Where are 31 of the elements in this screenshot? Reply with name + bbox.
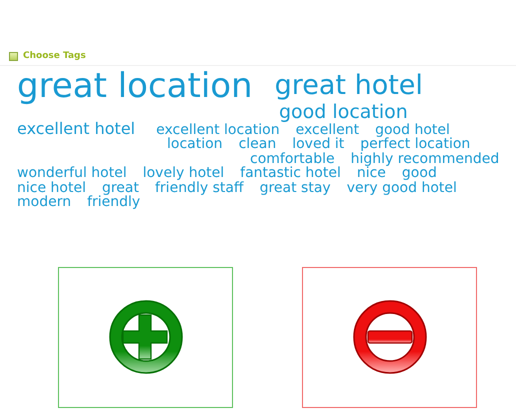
tag-link[interactable]: nice hotel: [17, 180, 86, 195]
tag-link[interactable]: friendly: [87, 195, 140, 210]
tag-link[interactable]: great location: [17, 70, 253, 102]
tag-link[interactable]: loved it: [292, 137, 344, 152]
tag-link[interactable]: clean: [238, 137, 276, 152]
minus-icon: [352, 299, 428, 375]
tag-link[interactable]: excellent location: [156, 122, 280, 137]
tag-link[interactable]: great stay: [260, 180, 331, 195]
section-title: Choose Tags: [23, 51, 86, 61]
tag-link[interactable]: location: [167, 137, 223, 152]
tag-link[interactable]: very good hotel: [346, 180, 457, 195]
tag-link[interactable]: excellent: [296, 122, 360, 137]
add-button[interactable]: [58, 266, 233, 408]
tag-link[interactable]: friendly staff: [155, 180, 244, 195]
tag-link[interactable]: wonderful hotel: [17, 166, 127, 180]
checkbox-icon: [9, 52, 18, 60]
remove-button[interactable]: [302, 266, 477, 408]
tag-link[interactable]: good location: [279, 102, 408, 122]
tag-link[interactable]: excellent hotel: [17, 120, 136, 137]
tag-link[interactable]: comfortable: [250, 152, 335, 166]
tag-link[interactable]: modern: [17, 195, 72, 210]
tag-link[interactable]: lovely hotel: [142, 166, 224, 180]
plus-icon: [108, 299, 184, 375]
tag-link[interactable]: highly recommended: [350, 152, 500, 166]
tag-link[interactable]: good: [402, 166, 437, 180]
tag-link[interactable]: nice: [356, 166, 386, 180]
tag-link[interactable]: good hotel: [375, 122, 450, 137]
tag-link[interactable]: fantastic hotel: [240, 166, 341, 180]
tag-link[interactable]: great hotel: [274, 70, 423, 102]
tag-link[interactable]: great: [102, 180, 139, 195]
tag-link[interactable]: perfect location: [360, 137, 470, 152]
